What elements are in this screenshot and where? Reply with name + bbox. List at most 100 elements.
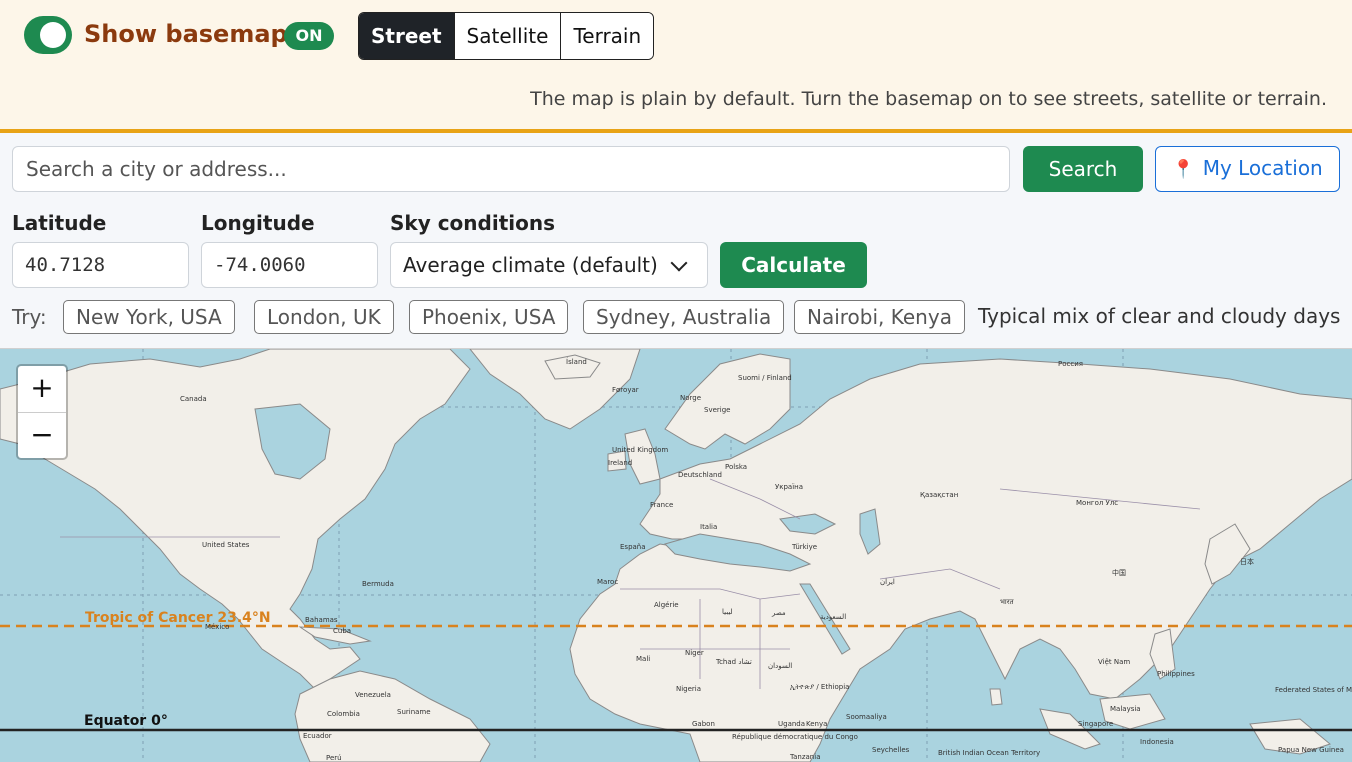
place-label: Suomi / Finland <box>738 374 792 382</box>
place-label: Canada <box>180 395 207 403</box>
place-label: ایران <box>880 578 895 586</box>
place-label: United Kingdom <box>612 446 668 454</box>
basemap-toggle[interactable] <box>24 16 72 54</box>
place-label: Tchad تشاد <box>715 658 752 666</box>
place-label: Монгол Улс <box>1076 499 1118 507</box>
place-label: Nigeria <box>676 685 701 693</box>
longitude-field[interactable]: -74.0060 <box>201 242 378 288</box>
place-label: Sverige <box>704 406 730 414</box>
my-location-label: My Location <box>1202 156 1323 180</box>
place-label: Ecuador <box>303 732 332 740</box>
place-label: France <box>650 501 673 509</box>
place-label: Suriname <box>397 708 431 716</box>
place-label: Deutschland <box>678 471 722 479</box>
basemap-banner: Show basemap ON Street Satellite Terrain… <box>0 0 1352 133</box>
preset-chip[interactable]: Sydney, Australia <box>583 300 785 334</box>
place-label: Bermuda <box>362 580 394 588</box>
place-label: Seychelles <box>872 746 910 754</box>
land-north-america <box>0 349 471 690</box>
place-label: Ísland <box>566 357 587 366</box>
place-label: España <box>620 543 646 551</box>
land-sri-lanka <box>989 688 1003 706</box>
place-label: Україна <box>775 483 803 491</box>
landmasses <box>0 349 1352 762</box>
place-label: Federated States of Micronesia <box>1275 686 1352 694</box>
place-label: Polska <box>725 463 747 471</box>
my-location-button[interactable]: 📍 My Location <box>1155 146 1340 192</box>
search-input[interactable] <box>12 146 1010 192</box>
preset-chip[interactable]: London, UK <box>254 300 394 334</box>
place-label: Malaysia <box>1110 705 1141 713</box>
style-street-button[interactable]: Street <box>359 13 455 59</box>
latitude-label: Latitude <box>12 211 107 235</box>
sky-conditions-value: Average climate (default) <box>403 253 658 277</box>
place-label: مصر <box>771 609 786 617</box>
search-button[interactable]: Search <box>1023 146 1143 192</box>
place-label: 中国 <box>1112 568 1126 577</box>
zoom-control: + − <box>16 364 68 460</box>
place-label: Tanzania <box>789 753 820 761</box>
place-label: Kenya <box>806 720 827 728</box>
place-label: México <box>205 623 229 631</box>
longitude-label: Longitude <box>201 211 315 235</box>
place-label: Bahamas <box>305 616 338 624</box>
place-label: Soomaaliya <box>846 713 887 721</box>
place-label: Indonesia <box>1140 738 1174 746</box>
map-canvas: Tropic of Cancer 23.4°N Equator 0° Íslan… <box>0 349 1352 762</box>
place-label: ኢትዮጵያ / Ethiopia <box>790 683 849 691</box>
sky-conditions-note: Typical mix of clear and cloudy days <box>978 304 1341 328</box>
place-label: Türkiye <box>791 543 817 551</box>
place-label: Niger <box>685 649 704 657</box>
latitude-field[interactable]: 40.7128 <box>12 242 189 288</box>
place-label: Gabon <box>692 720 715 728</box>
calculate-button[interactable]: Calculate <box>720 242 867 288</box>
preset-chip[interactable]: New York, USA <box>63 300 235 334</box>
basemap-style-switcher: Street Satellite Terrain <box>358 12 655 60</box>
equator-label: Equator 0° <box>84 713 168 729</box>
place-label: British Indian Ocean Territory <box>938 749 1040 757</box>
place-label: भारत <box>1000 598 1015 606</box>
tropic-of-cancer-label: Tropic of Cancer 23.4°N <box>85 610 271 626</box>
basemap-state-badge: ON <box>284 22 334 50</box>
chevron-down-icon <box>670 254 688 272</box>
zoom-out-button[interactable]: − <box>18 413 66 459</box>
place-label: Việt Nam <box>1098 658 1130 666</box>
place-label: Papua New Guinea <box>1278 746 1344 754</box>
place-label: République démocratique du Congo <box>732 733 858 741</box>
place-label: Россия <box>1058 360 1083 368</box>
place-label: ليبيا <box>722 608 733 616</box>
place-label: السعودية <box>820 613 846 621</box>
place-label: السودان <box>768 662 792 670</box>
map-view[interactable]: Tropic of Cancer 23.4°N Equator 0° Íslan… <box>0 348 1352 762</box>
place-label: Philippines <box>1157 670 1195 678</box>
style-terrain-button[interactable]: Terrain <box>561 13 654 59</box>
place-label: Italia <box>700 523 717 531</box>
place-label: Venezuela <box>355 691 391 699</box>
place-label: Føroyar <box>612 386 639 394</box>
place-label: 日本 <box>1240 557 1254 566</box>
land-south-america <box>294 670 491 762</box>
toggle-knob <box>40 22 66 48</box>
place-label: Қазақстан <box>920 491 958 499</box>
place-label: Mali <box>636 655 650 663</box>
place-label: Norge <box>680 394 701 402</box>
basemap-toggle-label: Show basemap <box>84 20 288 48</box>
basemap-hint: The map is plain by default. Turn the ba… <box>530 88 1327 110</box>
pin-icon: 📍 <box>1172 159 1195 180</box>
sky-conditions-label: Sky conditions <box>390 211 556 235</box>
preset-chip[interactable]: Nairobi, Kenya <box>794 300 965 334</box>
land-uk <box>624 428 661 485</box>
place-label: Uganda <box>778 720 805 728</box>
zoom-in-button[interactable]: + <box>18 366 66 413</box>
place-label: Colombia <box>327 710 360 718</box>
sky-conditions-select[interactable]: Average climate (default) <box>390 242 708 288</box>
place-label: Singapore <box>1078 720 1113 728</box>
presets-label: Try: <box>12 305 47 329</box>
preset-chip[interactable]: Phoenix, USA <box>409 300 569 334</box>
place-label: Algérie <box>654 601 679 609</box>
place-label: Ireland <box>608 459 632 467</box>
place-label: Cuba <box>333 627 351 635</box>
place-label: United States <box>202 541 250 549</box>
place-label: Maroc <box>597 578 618 586</box>
style-satellite-button[interactable]: Satellite <box>454 13 562 59</box>
